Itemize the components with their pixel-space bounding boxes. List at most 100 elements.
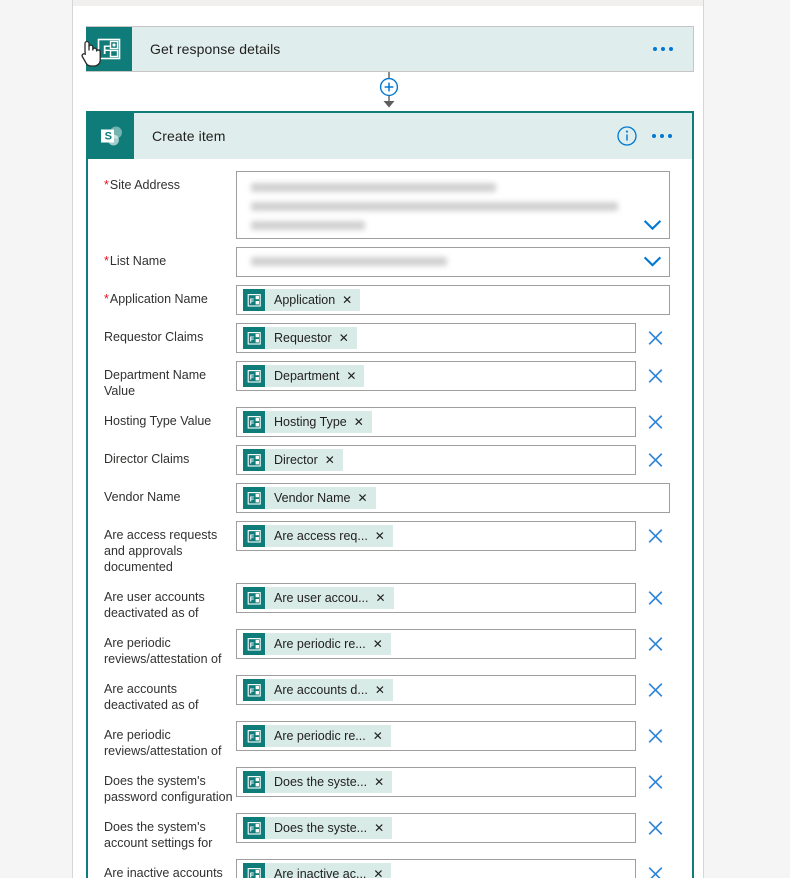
create-item-header[interactable]: S Create item (88, 113, 692, 159)
field-label: *Application Name (102, 285, 236, 307)
form-row: Are inactive accounts disabled in accord… (102, 859, 670, 878)
svg-text:F: F (249, 496, 254, 503)
clear-field-icon[interactable] (647, 452, 664, 469)
clear-field-icon[interactable] (647, 728, 664, 745)
dynamic-content-token[interactable]: F Are inactive ac... ✕ (243, 863, 392, 878)
dynamic-content-token[interactable]: F Are user accou... ✕ (243, 587, 394, 609)
step-card-get-response-details[interactable]: F Get response details (86, 26, 694, 72)
required-indicator: * (104, 178, 109, 192)
remove-token-icon[interactable]: ✕ (375, 530, 393, 542)
required-indicator: * (104, 292, 109, 306)
step-menu-button-create-item[interactable] (652, 134, 672, 138)
dynamic-content-token[interactable]: F Does the syste... ✕ (243, 771, 393, 793)
dynamic-content-token[interactable]: F Are access req... ✕ (243, 525, 393, 547)
clear-field-icon[interactable] (647, 636, 664, 653)
forms-token-icon: F (243, 327, 265, 349)
clear-field-icon[interactable] (647, 774, 664, 791)
field-label: Hosting Type Value (102, 407, 236, 429)
token-input[interactable]: F Director ✕ (236, 445, 636, 475)
step-card-create-item[interactable]: S Create item *Site Address *List Name *… (86, 111, 694, 878)
remove-token-icon[interactable]: ✕ (374, 776, 392, 788)
form-row: Does the system's password configuration… (102, 767, 670, 805)
ellipsis-dot (660, 134, 664, 138)
clear-field-icon[interactable] (647, 682, 664, 699)
field-label: Are accounts deactivated as of (102, 675, 236, 713)
combobox-input[interactable] (236, 247, 670, 277)
remove-token-icon[interactable]: ✕ (346, 370, 364, 382)
token-input[interactable]: F Department ✕ (236, 361, 636, 391)
token-input[interactable]: F Does the syste... ✕ (236, 767, 636, 797)
clear-field-icon[interactable] (647, 820, 664, 837)
field-label: *Site Address (102, 171, 236, 193)
dynamic-content-token[interactable]: F Department ✕ (243, 365, 365, 387)
field-label-text: Requestor Claims (104, 330, 204, 344)
token-input[interactable]: F Are access req... ✕ (236, 521, 636, 551)
token-input[interactable]: F Are accounts d... ✕ (236, 675, 636, 705)
field-control: F Are user accou... ✕ (236, 583, 663, 613)
clear-field-icon[interactable] (647, 330, 664, 347)
field-control: F Hosting Type ✕ (236, 407, 663, 437)
token-label: Director (274, 453, 318, 467)
clear-field-icon[interactable] (647, 866, 664, 878)
remove-token-icon[interactable]: ✕ (339, 332, 357, 344)
dynamic-content-token[interactable]: F Does the syste... ✕ (243, 817, 393, 839)
chevron-down-icon[interactable] (644, 220, 661, 231)
ellipsis-dot (661, 47, 665, 51)
token-input[interactable]: F Are periodic re... ✕ (236, 721, 636, 751)
remove-token-icon[interactable]: ✕ (354, 416, 372, 428)
token-label: Hosting Type (274, 415, 347, 429)
token-label: Does the syste... (274, 775, 368, 789)
field-label-text: Are periodic reviews/attestation of (104, 728, 222, 758)
dynamic-content-token[interactable]: F Application ✕ (243, 289, 361, 311)
token-input[interactable]: F Are inactive ac... ✕ (236, 859, 636, 878)
field-label-text: Director Claims (104, 452, 190, 466)
clear-field-icon[interactable] (647, 590, 664, 607)
token-input[interactable]: F Does the syste... ✕ (236, 813, 636, 843)
remove-token-icon[interactable]: ✕ (373, 638, 391, 650)
token-label: Vendor Name (274, 491, 351, 505)
token-input[interactable]: F Are user accou... ✕ (236, 583, 636, 613)
remove-token-icon[interactable]: ✕ (374, 822, 392, 834)
token-input[interactable]: F Application ✕ (236, 285, 670, 315)
dynamic-content-token[interactable]: F Requestor ✕ (243, 327, 357, 349)
info-icon[interactable] (616, 125, 638, 147)
clear-field-icon[interactable] (647, 528, 664, 545)
clear-field-icon[interactable] (647, 368, 664, 385)
remove-token-icon[interactable]: ✕ (373, 730, 391, 742)
remove-token-icon[interactable]: ✕ (376, 592, 394, 604)
remove-token-icon[interactable]: ✕ (325, 454, 343, 466)
right-rail (704, 0, 790, 878)
token-input[interactable]: F Requestor ✕ (236, 323, 636, 353)
svg-text:F: F (249, 872, 254, 878)
dynamic-content-token[interactable]: F Director ✕ (243, 449, 343, 471)
combobox-input[interactable] (236, 171, 670, 239)
dynamic-content-token[interactable]: F Are periodic re... ✕ (243, 633, 391, 655)
svg-text:F: F (249, 458, 254, 465)
remove-token-icon[interactable]: ✕ (342, 294, 360, 306)
flow-designer-page: F Get response details S Create item *Si… (0, 0, 790, 878)
ellipsis-dot (652, 134, 656, 138)
token-label: Application (274, 293, 336, 307)
chevron-down-icon[interactable] (644, 256, 661, 268)
form-row: Vendor Name F Vendor Name ✕ (102, 483, 670, 513)
token-input[interactable]: F Vendor Name ✕ (236, 483, 670, 513)
token-input[interactable]: F Are periodic re... ✕ (236, 629, 636, 659)
forms-token-icon: F (243, 365, 265, 387)
remove-token-icon[interactable]: ✕ (375, 684, 393, 696)
forms-token-icon: F (243, 289, 265, 311)
remove-token-icon[interactable]: ✕ (357, 492, 375, 504)
forms-token-icon: F (243, 817, 265, 839)
dynamic-content-token[interactable]: F Vendor Name ✕ (243, 487, 376, 509)
dynamic-content-token[interactable]: F Hosting Type ✕ (243, 411, 372, 433)
token-input[interactable]: F Hosting Type ✕ (236, 407, 636, 437)
create-item-form: *Site Address *List Name *Application Na… (88, 159, 692, 878)
forms-token-icon: F (243, 725, 265, 747)
dynamic-content-token[interactable]: F Are accounts d... ✕ (243, 679, 393, 701)
form-row: *List Name (102, 247, 670, 277)
remove-token-icon[interactable]: ✕ (373, 868, 391, 878)
field-label-text: Are access requests and approvals docume… (104, 528, 218, 574)
step-menu-button-get-response-details[interactable] (653, 47, 673, 51)
dynamic-content-token[interactable]: F Are periodic re... ✕ (243, 725, 391, 747)
ellipsis-dot (653, 47, 657, 51)
clear-field-icon[interactable] (647, 414, 664, 431)
